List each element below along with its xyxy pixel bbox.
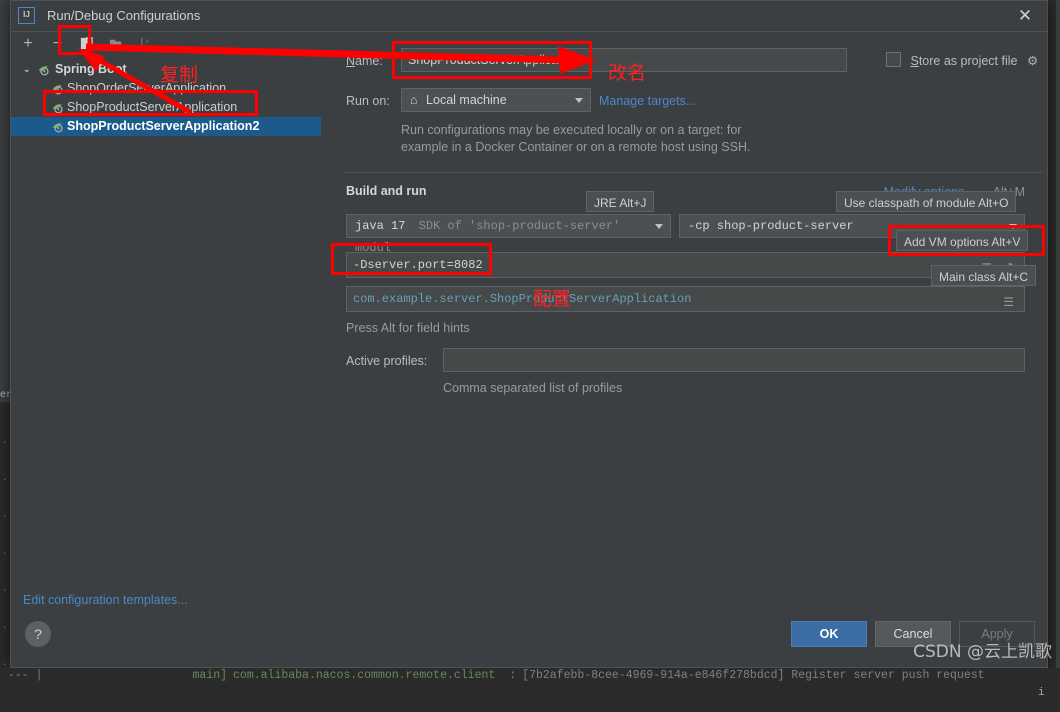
help-button[interactable]: ? [25, 621, 51, 647]
remove-configuration-button[interactable]: − [44, 32, 70, 56]
plus-icon: + [23, 35, 33, 52]
store-as-project-file-checkbox[interactable] [886, 52, 901, 67]
spring-boot-icon [37, 63, 51, 77]
sort-configurations-button[interactable]: a z [133, 32, 159, 56]
tooltip-main-class: Main class Alt+C [931, 265, 1037, 286]
press-alt-hint: Press Alt for field hints [346, 321, 470, 335]
vm-options-value: -Dserver.port=8082 [353, 258, 483, 272]
console-logger: com.alibaba.nacos.common.remote.client [233, 669, 496, 682]
console-message: [7b2afebb-8cee-4969-914a-e846f278bdcd] R… [522, 669, 985, 682]
tree-item-shopproductserverapplication[interactable]: ShopProductServerApplication [11, 98, 321, 117]
run-on-target-combo[interactable]: ⌂ Local machine [401, 88, 591, 112]
tree-group-spring-boot[interactable]: ⌄ Spring Boot [11, 60, 321, 79]
store-as-project-file-row[interactable]: Store as project file ⚙ [886, 52, 1038, 68]
jre-combo[interactable]: java 17 SDK of 'shop-product-server' mod… [346, 214, 671, 255]
run-on-hint-line-2: example in a Docker Container or on a re… [401, 140, 751, 154]
spring-boot-icon [51, 101, 65, 115]
configurations-toolbar: + − a z [11, 32, 321, 58]
console-dashes: --- | [8, 669, 43, 682]
run-on-hint-line-1: Run configurations may be executed local… [401, 123, 742, 137]
configurations-left-pane: + − a z ⌄ Spring Boot ShopOrderServerApp… [11, 32, 321, 667]
add-configuration-button[interactable]: + [15, 32, 41, 56]
tree-item-shoporderserverapplication[interactable]: ShopOrderServerApplication [11, 79, 321, 98]
close-icon[interactable]: ✕ [1015, 6, 1035, 26]
tooltip-use-classpath-of-module: Use classpath of module Alt+O [836, 191, 1017, 212]
console-colon: : [509, 669, 517, 682]
save-folder-icon [109, 35, 124, 52]
tree-item-label: ShopProductServerApplication2 [67, 119, 260, 133]
background-left-gutter: · · · · · · · [2, 438, 8, 670]
copy-configuration-button[interactable] [74, 32, 100, 56]
classpath-value: -cp shop-product-server [688, 219, 854, 233]
run-on-label: Run on: [346, 94, 390, 108]
active-profiles-input[interactable] [443, 348, 1025, 372]
copy-icon [79, 35, 94, 52]
main-class-value: com.example.server.ShopProductServerAppl… [353, 292, 692, 306]
console-log-line: --- | main] com.alibaba.nacos.common.remot… [0, 668, 1060, 684]
configuration-editor-pane: Name: Store as project file ⚙ Run on: ⌂ … [321, 32, 1047, 613]
minus-icon: − [52, 35, 63, 52]
tree-group-label: Spring Boot [55, 62, 127, 76]
vm-options-field[interactable]: -Dserver.port=8082 ☰ ↗ [346, 252, 1025, 278]
run-debug-configurations-dialog: IJ Run/Debug Configurations ✕ + − a z ⌄ … [10, 0, 1048, 668]
manage-targets-link[interactable]: Manage targets... [599, 94, 696, 108]
chevron-down-icon[interactable]: ⌄ [23, 60, 35, 79]
cancel-button[interactable]: Cancel [875, 621, 951, 647]
spring-boot-icon [51, 82, 65, 96]
tooltip-jre: JRE Alt+J [586, 191, 655, 212]
intellij-logo-icon: IJ [18, 7, 35, 24]
apply-button[interactable]: Apply [959, 621, 1035, 647]
browse-class-icon[interactable]: ☰ [1003, 291, 1014, 315]
tree-item-label: ShopOrderServerApplication [67, 81, 227, 95]
chevron-down-icon[interactable] [575, 98, 583, 103]
ok-button[interactable]: OK [791, 621, 867, 647]
home-icon: ⌂ [410, 93, 418, 107]
run-on-target-value: Local machine [426, 93, 507, 107]
edit-configuration-templates-link[interactable]: Edit configuration templates... [23, 593, 188, 607]
save-configuration-button[interactable] [103, 32, 129, 56]
active-profiles-hint: Comma separated list of profiles [443, 381, 623, 395]
chevron-down-icon[interactable] [655, 224, 663, 229]
tree-item-shopproductserverapplication2[interactable]: ShopProductServerApplication2 [11, 117, 321, 136]
main-class-field[interactable]: com.example.server.ShopProductServerAppl… [346, 286, 1025, 312]
active-profiles-label: Active profiles: [346, 354, 428, 368]
tree-item-label: ShopProductServerApplication [67, 100, 238, 114]
tooltip-add-vm-options: Add VM options Alt+V [896, 230, 1029, 251]
name-label: Name: [346, 54, 383, 68]
build-and-run-title: Build and run [346, 184, 427, 198]
spring-boot-icon [51, 120, 65, 134]
configurations-tree[interactable]: ⌄ Spring Boot ShopOrderServerApplication… [11, 60, 321, 667]
console-thread: main] [192, 669, 228, 682]
dialog-footer: ? OK Cancel Apply [11, 613, 1047, 667]
dialog-titlebar: IJ Run/Debug Configurations ✕ [11, 1, 1047, 32]
store-as-project-file-label: Store as project file [910, 54, 1018, 68]
chevron-down-icon[interactable] [1009, 224, 1017, 229]
svg-text:z: z [146, 44, 149, 51]
name-input[interactable] [401, 48, 847, 72]
background-right-edge [1056, 0, 1060, 684]
sort-az-icon: a z [138, 35, 153, 52]
dialog-title: Run/Debug Configurations [47, 8, 201, 23]
section-divider [343, 172, 1043, 173]
jre-value: java 17 [355, 219, 406, 233]
gear-icon[interactable]: ⚙ [1027, 54, 1038, 68]
run-on-hint: Run configurations may be executed local… [401, 122, 861, 156]
